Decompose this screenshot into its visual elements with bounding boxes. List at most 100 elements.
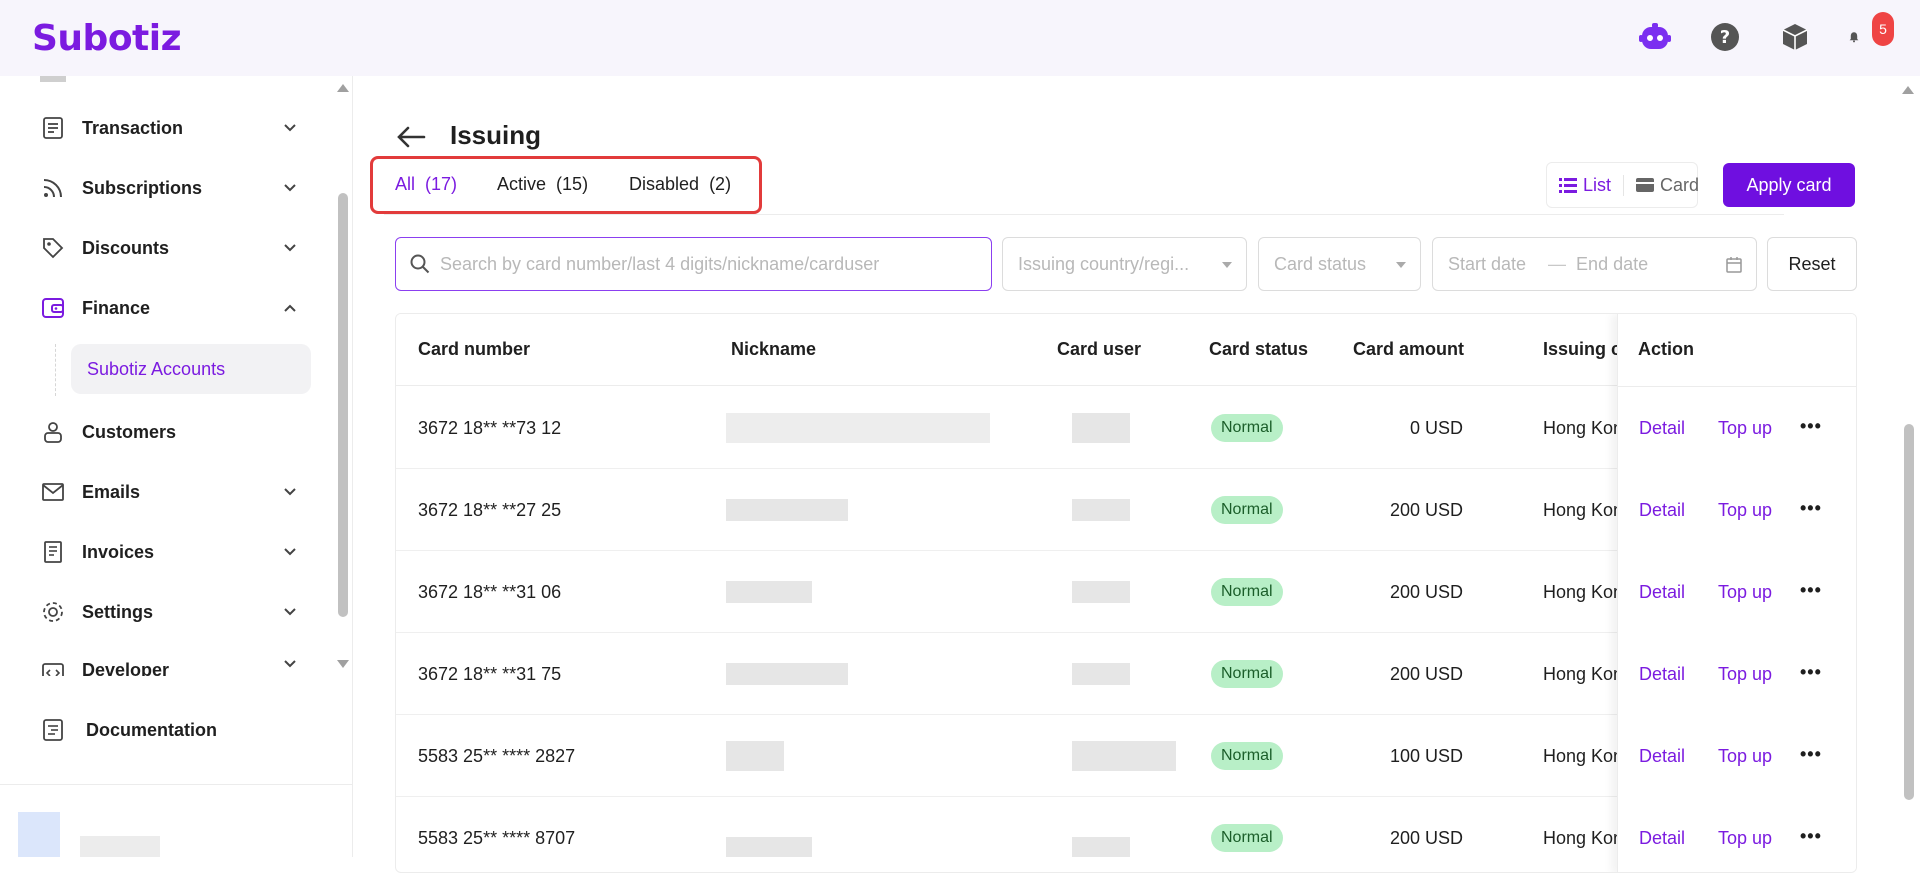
top-icons: ? 5 xyxy=(1638,12,1894,54)
document-icon xyxy=(40,717,66,743)
detail-link[interactable]: Detail xyxy=(1639,500,1685,521)
more-actions-icon[interactable]: ••• xyxy=(1800,744,1822,765)
nickname-redacted xyxy=(726,663,848,685)
more-actions-icon[interactable]: ••• xyxy=(1800,498,1822,519)
rss-icon xyxy=(40,175,66,201)
more-actions-icon[interactable]: ••• xyxy=(1800,580,1822,601)
header-card-amount[interactable]: Card amount xyxy=(1353,339,1464,360)
sidebar-item-label: Finance xyxy=(82,297,151,318)
tab-all[interactable]: All (17) xyxy=(395,174,457,195)
tab-count: (15) xyxy=(556,174,589,194)
more-actions-icon[interactable]: ••• xyxy=(1800,662,1822,683)
chevron-down-icon[interactable] xyxy=(280,178,300,198)
tab-active[interactable]: Active (15) xyxy=(497,174,588,195)
main-scroll-thumb[interactable] xyxy=(1904,424,1914,800)
scroll-up-arrow[interactable] xyxy=(1898,80,1918,100)
sidebar-item-developer[interactable]: Developer xyxy=(40,652,300,676)
sidebar-item-label: Settings xyxy=(82,601,154,622)
issuing-country: Hong Kon xyxy=(1543,664,1624,684)
card-status-select[interactable]: Card status xyxy=(1258,237,1421,291)
tab-count: (17) xyxy=(425,174,458,194)
reset-button[interactable]: Reset xyxy=(1767,237,1857,291)
card-user-redacted xyxy=(1072,741,1176,771)
account-name-redacted xyxy=(80,836,160,857)
card-amount: 100 USD xyxy=(1389,746,1463,766)
more-actions-icon[interactable]: ••• xyxy=(1800,416,1822,437)
sidebar-item-settings[interactable]: Settings xyxy=(40,592,300,632)
assistant-bot-icon[interactable] xyxy=(1638,20,1672,54)
sidebar-item-finance[interactable]: Finance xyxy=(40,288,300,328)
action-header-divider xyxy=(1618,386,1856,387)
header-action: Action xyxy=(1638,339,1694,359)
header-card-user[interactable]: Card user xyxy=(1057,339,1141,360)
detail-link[interactable]: Detail xyxy=(1639,664,1685,685)
sidebar-item-subscriptions[interactable]: Subscriptions xyxy=(40,168,300,208)
search-icon xyxy=(410,254,430,274)
top-up-link[interactable]: Top up xyxy=(1718,582,1772,603)
sidebar-item-customers[interactable]: Customers xyxy=(40,412,300,452)
top-up-link[interactable]: Top up xyxy=(1718,664,1772,685)
top-up-link[interactable]: Top up xyxy=(1718,746,1772,767)
chevron-down-icon[interactable] xyxy=(280,238,300,258)
card-amount: 200 USD xyxy=(1389,828,1463,848)
more-actions-icon[interactable]: ••• xyxy=(1800,826,1822,847)
header-card-number[interactable]: Card number xyxy=(418,339,530,360)
help-icon[interactable]: ? xyxy=(1708,20,1742,54)
sidebar-item-emails[interactable]: Emails xyxy=(40,472,300,512)
bell-icon[interactable]: 5 xyxy=(1848,12,1894,54)
issuing-country: Hong Kon xyxy=(1543,746,1624,766)
sidebar-item-documentation[interactable]: Documentation xyxy=(40,710,300,750)
list-icon xyxy=(1559,178,1577,193)
list-view-button[interactable]: List xyxy=(1547,175,1623,196)
submenu-guide-line xyxy=(55,344,56,396)
header-nickname[interactable]: Nickname xyxy=(731,339,816,360)
status-badge: Normal xyxy=(1211,578,1283,606)
detail-link[interactable]: Detail xyxy=(1639,418,1685,439)
issuing-country: Hong Kon xyxy=(1543,500,1624,520)
top-up-link[interactable]: Top up xyxy=(1718,500,1772,521)
caret-down-icon xyxy=(1222,262,1232,268)
top-up-link[interactable]: Top up xyxy=(1718,828,1772,849)
top-bar: Subotiz ? 5 xyxy=(0,0,1920,76)
status-badge: Normal xyxy=(1211,824,1283,852)
tab-label: Disabled xyxy=(629,174,700,194)
issuing-country-select[interactable]: Issuing country/regi... xyxy=(1002,237,1247,291)
account-avatar[interactable] xyxy=(18,812,60,857)
detail-link[interactable]: Detail xyxy=(1639,746,1685,767)
header-issuing-country[interactable]: Issuing c xyxy=(1543,339,1621,360)
search-input[interactable]: Search by card number/last 4 digits/nick… xyxy=(395,237,992,291)
chevron-up-icon[interactable] xyxy=(280,298,300,318)
sidebar-item-transaction[interactable]: Transaction xyxy=(40,108,300,148)
apply-card-button[interactable]: Apply card xyxy=(1723,163,1855,207)
sidebar-item-discounts[interactable]: Discounts xyxy=(40,228,300,268)
header-card-status[interactable]: Card status xyxy=(1209,339,1308,360)
card-number: 3672 18** **31 75 xyxy=(418,664,562,684)
chevron-down-icon[interactable] xyxy=(280,602,300,622)
date-range-picker[interactable]: Start date — End date xyxy=(1432,237,1757,291)
card-status-placeholder: Card status xyxy=(1274,253,1367,274)
chevron-down-icon[interactable] xyxy=(280,118,300,138)
cards-table: Card number Nickname Card user Card stat… xyxy=(395,313,1857,873)
tab-disabled[interactable]: Disabled (2) xyxy=(629,174,731,195)
card-number: 5583 25** **** 2827 xyxy=(418,746,576,766)
sidebar-scroll-thumb[interactable] xyxy=(338,193,348,617)
sidebar-item-label: Invoices xyxy=(82,541,155,562)
tag-icon xyxy=(40,235,66,261)
detail-link[interactable]: Detail xyxy=(1639,828,1685,849)
status-badge: Normal xyxy=(1211,660,1283,688)
app-logo[interactable]: Subotiz xyxy=(32,18,182,59)
card-user-redacted xyxy=(1072,837,1130,857)
detail-link[interactable]: Detail xyxy=(1639,582,1685,603)
card-view-button[interactable]: Card xyxy=(1623,174,1711,196)
chevron-down-icon[interactable] xyxy=(280,542,300,562)
invoice-icon xyxy=(40,539,66,565)
back-arrow-icon[interactable] xyxy=(394,120,428,154)
package-icon[interactable] xyxy=(1778,20,1812,54)
chevron-down-icon[interactable] xyxy=(280,654,300,674)
chevron-down-icon[interactable] xyxy=(280,482,300,502)
sidebar-subitem-subotiz-accounts[interactable]: Subotiz Accounts xyxy=(71,344,311,394)
sidebar-item-invoices[interactable]: Invoices xyxy=(40,532,300,572)
user-icon xyxy=(40,419,66,445)
top-up-link[interactable]: Top up xyxy=(1718,418,1772,439)
sidebar-item-label: Documentation xyxy=(86,719,218,740)
